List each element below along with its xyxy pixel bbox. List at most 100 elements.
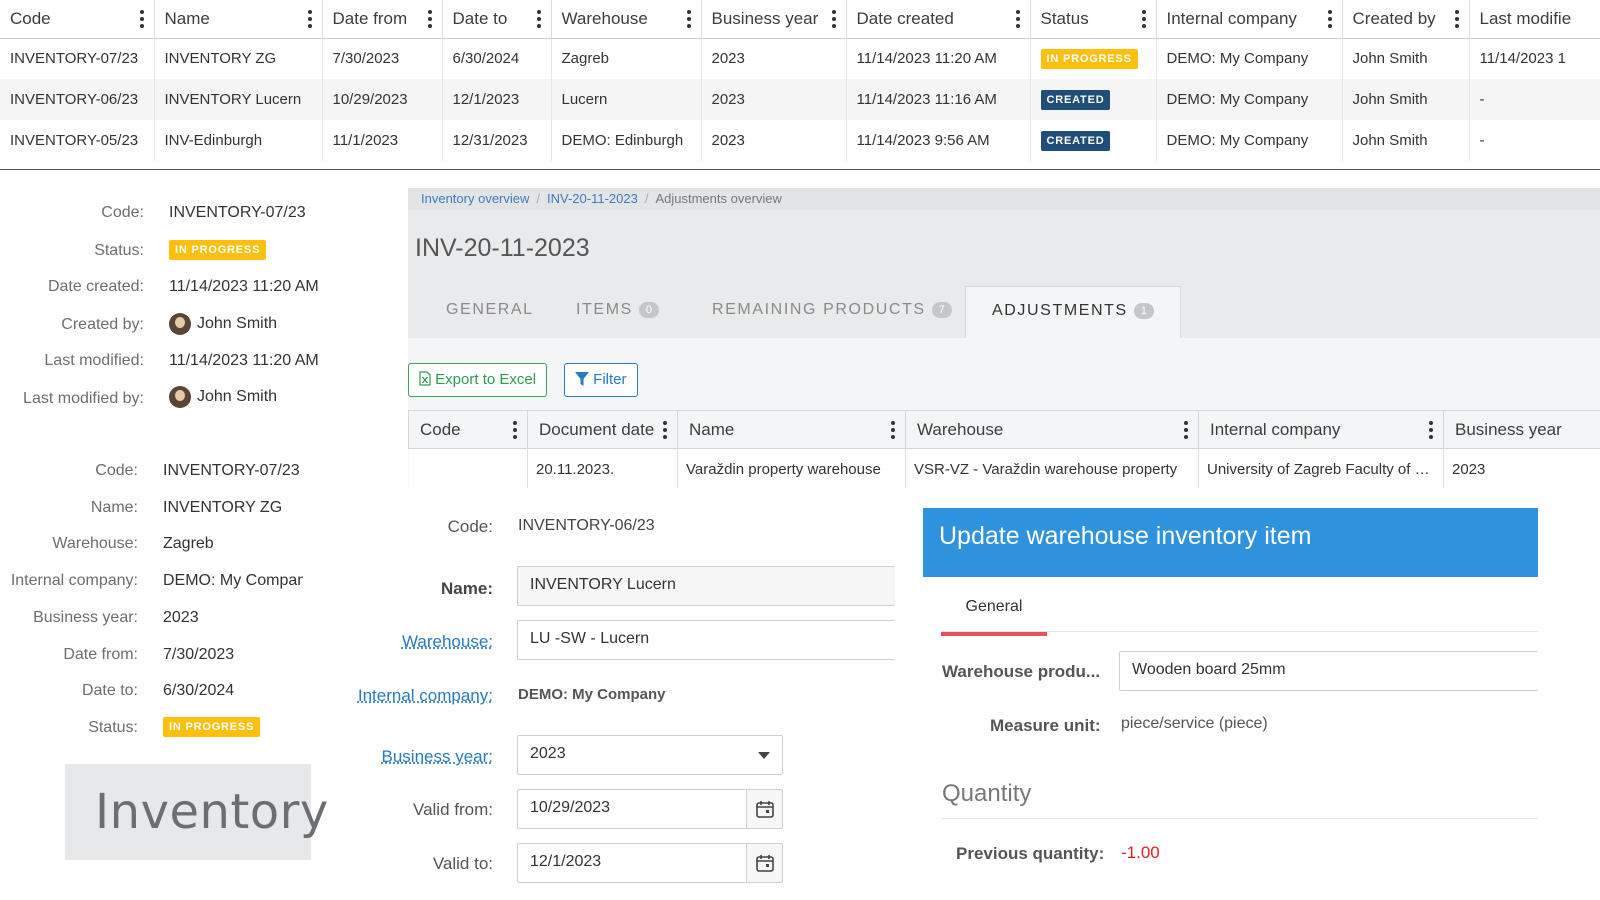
table-row[interactable]: INVENTORY-07/23 INVENTORY ZG 7/30/2023 6…	[0, 38, 1600, 79]
status-badge: IN PROGRESS	[163, 717, 261, 737]
table-row[interactable]: 20.11.2023. Varaždin property warehouse …	[408, 448, 1600, 488]
column-header-date-created[interactable]: Date created	[846, 0, 1031, 39]
column-header-name[interactable]: Name	[677, 410, 906, 449]
column-menu-icon[interactable]	[536, 10, 541, 28]
cell-date-from: 7/30/2023	[322, 38, 443, 79]
column-menu-icon[interactable]	[1327, 10, 1332, 28]
tab-general[interactable]: GENERAL	[446, 286, 534, 338]
inventory-logo-text: Inventory	[95, 784, 329, 840]
cell-last-modified: -	[1469, 120, 1600, 161]
column-menu-icon[interactable]	[663, 421, 667, 439]
cell-date-created: 11/14/2023 11:20 AM	[846, 38, 1031, 79]
breadcrumb-inventory-overview[interactable]: Inventory overview	[421, 191, 529, 206]
column-menu-icon[interactable]	[686, 10, 691, 28]
column-header-business-year[interactable]: Business year	[1443, 410, 1600, 449]
form-year-label[interactable]: Business year:	[382, 747, 494, 767]
form-code-value: INVENTORY-06/23	[518, 517, 655, 534]
cell-created-by: John Smith	[1342, 38, 1470, 79]
avatar	[169, 313, 191, 335]
cell-business-year: 2023	[1443, 448, 1600, 488]
filter-button[interactable]: Filter	[564, 363, 638, 397]
form-code-label: Code:	[447, 517, 493, 536]
column-header-status[interactable]: Status	[1030, 0, 1157, 39]
dialog-header: Update warehouse inventory item	[923, 508, 1538, 577]
summary-created-by-label: Created by:	[61, 316, 144, 333]
breadcrumb: Inventory overview / INV-20-11-2023 / Adjust…	[408, 188, 1600, 210]
calendar-icon[interactable]	[746, 790, 782, 828]
calendar-icon[interactable]	[746, 844, 782, 882]
summary-last-modified-label: Last modified:	[44, 352, 144, 369]
dialog-tab-general[interactable]: General	[941, 590, 1047, 636]
column-menu-icon[interactable]	[1429, 421, 1433, 439]
cell-last-modified: 11/14/2023 1	[1469, 38, 1600, 79]
cell-date-created: 11/14/2023 9:56 AM	[846, 120, 1031, 161]
table-row[interactable]: INVENTORY-06/23 INVENTORY Lucern 10/29/2…	[0, 79, 1600, 120]
details-panel: Code: INVENTORY-07/23 Name: INVENTORY ZG…	[0, 460, 310, 750]
divider	[941, 631, 1538, 632]
cell-name: Varaždin property warehouse	[677, 448, 906, 488]
valid-to-input[interactable]: 12/1/2023	[517, 843, 783, 883]
cell-warehouse: Zagreb	[551, 38, 702, 79]
export-excel-button[interactable]: Export to Excel	[408, 363, 548, 397]
cell-code: INVENTORY-06/23	[0, 79, 155, 120]
column-menu-icon[interactable]	[139, 10, 144, 28]
cell-last-modified: -	[1469, 79, 1600, 120]
quantity-section-title: Quantity	[942, 780, 1032, 807]
tab-items[interactable]: ITEMS 0	[576, 286, 660, 338]
column-menu-icon[interactable]	[1141, 10, 1146, 28]
warehouse-input[interactable]: LU -SW - Lucern	[517, 620, 895, 660]
summary-last-modified-by-value: John Smith	[197, 388, 278, 406]
cell-warehouse: Lucern	[551, 79, 702, 120]
column-header-warehouse[interactable]: Warehouse	[905, 410, 1199, 449]
details-name-label: Name:	[90, 499, 138, 516]
tab-adjustments[interactable]: ADJUSTMENTS 1	[965, 286, 1181, 338]
column-header-warehouse[interactable]: Warehouse	[551, 0, 702, 39]
column-header-created-by[interactable]: Created by	[1342, 0, 1470, 39]
name-input[interactable]: INVENTORY Lucern	[517, 566, 895, 606]
column-header-date-from[interactable]: Date from	[322, 0, 443, 39]
product-label: Warehouse produ...	[942, 662, 1101, 681]
form-company-value: DEMO: My Company	[518, 686, 666, 703]
column-menu-icon[interactable]	[513, 421, 517, 439]
column-menu-icon[interactable]	[1454, 10, 1459, 28]
tab-remaining-products[interactable]: REMAINING PRODUCTS 7	[712, 286, 952, 338]
column-menu-icon[interactable]	[891, 421, 895, 439]
business-year-select[interactable]: 2023	[517, 735, 783, 775]
column-menu-icon[interactable]	[1015, 10, 1020, 28]
column-header-name[interactable]: Name	[154, 0, 323, 39]
table-row[interactable]: INVENTORY-05/23 INV-Edinburgh 11/1/2023 …	[0, 120, 1600, 161]
warehouse-product-input[interactable]: Wooden board 25mm	[1119, 651, 1538, 691]
cell-internal-company: DEMO: My Company	[1156, 120, 1343, 161]
column-header-code[interactable]: Code	[0, 0, 155, 39]
form-warehouse-label[interactable]: Warehouse:	[402, 632, 493, 652]
cell-name: INVENTORY Lucern	[154, 79, 323, 120]
details-warehouse-link[interactable]: Zagreb	[163, 535, 214, 553]
column-header-document-date[interactable]: Document date	[527, 410, 678, 449]
grid-header-row: Code Name Date from Date to Warehouse Bu…	[0, 0, 1600, 39]
breadcrumb-inventory[interactable]: INV-20-11-2023	[547, 191, 638, 206]
column-header-business-year[interactable]: Business year	[701, 0, 847, 39]
column-header-last-modified[interactable]: Last modifie	[1469, 0, 1600, 39]
column-menu-icon[interactable]	[427, 10, 432, 28]
column-menu-icon[interactable]	[307, 10, 312, 28]
tab-bar: GENERAL ITEMS 0 REMAINING PRODUCTS 7 ADJUS…	[408, 286, 1600, 338]
column-header-internal-company[interactable]: Internal company	[1198, 410, 1444, 449]
column-menu-icon[interactable]	[1184, 421, 1188, 439]
details-company-link[interactable]: DEMO: My Compan	[163, 572, 303, 590]
details-company-label: Internal company:	[10, 572, 138, 589]
column-header-code[interactable]: Code	[408, 410, 528, 449]
cell-created-by: John Smith	[1342, 120, 1470, 161]
details-date-from-label: Date from:	[63, 646, 138, 663]
cell-warehouse: DEMO: Edinburgh	[551, 120, 702, 161]
details-date-to-value: 6/30/2024	[163, 682, 235, 699]
column-menu-icon[interactable]	[831, 10, 836, 28]
valid-from-input[interactable]: 10/29/2023	[517, 789, 783, 829]
cell-date-to: 12/1/2023	[442, 79, 552, 120]
form-company-label[interactable]: Internal company:	[358, 686, 493, 706]
summary-panel: Code: INVENTORY-07/23 Status: IN PROGRES…	[0, 200, 400, 430]
column-header-internal-company[interactable]: Internal company	[1156, 0, 1343, 39]
inventory-detail-panel: Inventory overview / INV-20-11-2023 / Adjust…	[408, 188, 1600, 488]
column-header-date-to[interactable]: Date to	[442, 0, 552, 39]
breadcrumb-separator: /	[536, 191, 541, 206]
previous-quantity-value: -1.00	[1121, 843, 1160, 862]
